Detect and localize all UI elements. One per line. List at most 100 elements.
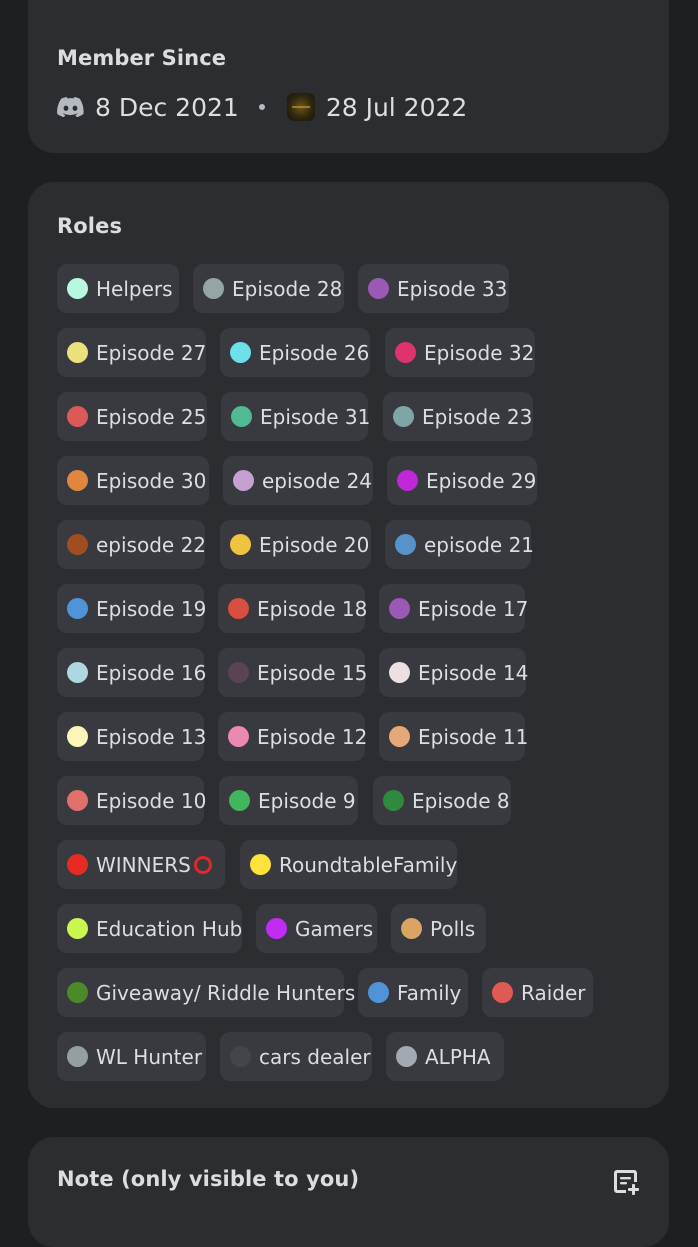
- role-pill[interactable]: Episode 32: [385, 328, 535, 377]
- role-label: Episode 30: [96, 468, 207, 493]
- role-pill[interactable]: WL Hunter: [57, 1032, 206, 1081]
- role-pill[interactable]: Episode 19: [57, 584, 207, 633]
- discord-icon: [57, 97, 84, 117]
- member-since-row: 8 Dec 2021 28 Jul 2022: [57, 85, 467, 129]
- role-label: RoundtableFamily: [279, 852, 458, 877]
- role-color-dot: [228, 598, 249, 619]
- role-label: Episode 15: [257, 660, 368, 685]
- role-pill[interactable]: Polls: [391, 904, 486, 953]
- role-label: Episode 13: [96, 724, 207, 749]
- role-pill[interactable]: Episode 26: [220, 328, 370, 377]
- role-label: Episode 18: [257, 596, 368, 621]
- role-label: WL Hunter: [96, 1044, 203, 1069]
- role-pill[interactable]: Episode 18: [218, 584, 368, 633]
- role-color-dot: [395, 534, 416, 555]
- role-pill[interactable]: Family: [358, 968, 468, 1017]
- role-pill[interactable]: Episode 11: [379, 712, 529, 761]
- role-pill[interactable]: ALPHA: [386, 1032, 504, 1081]
- role-pill[interactable]: episode 24: [223, 456, 373, 505]
- role-label: Episode 8: [412, 788, 510, 813]
- role-label: episode 24: [262, 468, 373, 493]
- role-pill[interactable]: Episode 17: [379, 584, 529, 633]
- role-color-dot: [389, 662, 410, 683]
- role-pill[interactable]: Helpers: [57, 264, 179, 313]
- role-pill[interactable]: Episode 13: [57, 712, 207, 761]
- role-pill[interactable]: Episode 20: [220, 520, 371, 569]
- role-color-dot: [401, 918, 422, 939]
- role-label: Episode 11: [418, 724, 529, 749]
- roles-card: Roles Helpers Episode 28 Episode 33 Episode…: [28, 182, 669, 1108]
- role-color-dot: [393, 406, 414, 427]
- role-pill[interactable]: Episode 14: [379, 648, 529, 697]
- role-label: episode 21: [424, 532, 535, 557]
- role-label: cars dealer: [259, 1044, 371, 1069]
- role-color-dot: [368, 278, 389, 299]
- role-label: Episode 16: [96, 660, 207, 685]
- role-pill[interactable]: WINNERS: [57, 840, 225, 889]
- red-ring-icon: [193, 855, 212, 874]
- role-color-dot: [230, 534, 251, 555]
- role-color-dot: [67, 982, 88, 1003]
- role-color-dot: [67, 790, 88, 811]
- role-label: Episode 28: [232, 276, 343, 301]
- role-pill[interactable]: Episode 27: [57, 328, 206, 377]
- role-label: Episode 19: [96, 596, 207, 621]
- role-label: Episode 26: [259, 340, 370, 365]
- role-label: Episode 27: [96, 340, 207, 365]
- role-pill[interactable]: Episode 23: [383, 392, 533, 441]
- role-label: Episode 32: [424, 340, 535, 365]
- role-pill[interactable]: episode 22: [57, 520, 207, 569]
- role-pill[interactable]: Episode 15: [218, 648, 368, 697]
- role-label: ALPHA: [425, 1044, 491, 1069]
- role-pill[interactable]: Episode 29: [387, 456, 537, 505]
- role-pill[interactable]: Gamers: [256, 904, 377, 953]
- role-pill[interactable]: Episode 30: [57, 456, 209, 505]
- role-pill[interactable]: Episode 28: [193, 264, 344, 313]
- role-color-dot: [389, 726, 410, 747]
- role-pill[interactable]: Raider: [482, 968, 593, 1017]
- member-since-card: Member Since 8 Dec 2021 28 Jul 2022: [28, 0, 669, 153]
- role-label: Episode 10: [96, 788, 207, 813]
- role-pill[interactable]: RoundtableFamily: [240, 840, 457, 889]
- role-color-dot: [67, 662, 88, 683]
- role-label: Episode 17: [418, 596, 529, 621]
- role-color-dot: [67, 726, 88, 747]
- role-label: Episode 33: [397, 276, 508, 301]
- role-label: Episode 12: [257, 724, 368, 749]
- server-icon: [286, 93, 315, 121]
- role-pill[interactable]: Episode 31: [221, 392, 371, 441]
- role-label: Gamers: [295, 916, 374, 941]
- role-label: Episode 9: [258, 788, 356, 813]
- role-color-dot: [67, 854, 88, 875]
- role-pill[interactable]: Episode 33: [358, 264, 509, 313]
- role-pill[interactable]: Giveaway/ Riddle Hunters: [57, 968, 355, 1017]
- role-pill[interactable]: Episode 10: [57, 776, 207, 825]
- role-pill[interactable]: Education Hub: [57, 904, 242, 953]
- role-color-dot: [67, 470, 88, 491]
- role-label: Family: [397, 980, 462, 1005]
- role-color-dot: [67, 1046, 88, 1067]
- add-note-icon[interactable]: [614, 1169, 640, 1195]
- role-pill[interactable]: Episode 12: [218, 712, 368, 761]
- role-color-dot: [368, 982, 389, 1003]
- role-label: Episode 14: [418, 660, 529, 685]
- role-color-dot: [250, 854, 271, 875]
- role-color-dot: [228, 726, 249, 747]
- discord-join-date: 8 Dec 2021: [95, 92, 239, 122]
- role-label: Episode 31: [260, 404, 371, 429]
- role-pill[interactable]: Episode 16: [57, 648, 207, 697]
- role-pill[interactable]: Episode 9: [219, 776, 358, 825]
- role-color-dot: [67, 918, 88, 939]
- role-color-dot: [230, 342, 251, 363]
- role-label: episode 22: [96, 532, 207, 557]
- role-color-dot: [229, 790, 250, 811]
- role-color-dot: [67, 406, 88, 427]
- role-pill[interactable]: Episode 8: [373, 776, 511, 825]
- note-title: Note (only visible to you): [57, 1167, 360, 1191]
- role-pill[interactable]: Episode 25: [57, 392, 207, 441]
- role-pill[interactable]: episode 21: [385, 520, 535, 569]
- role-color-dot: [231, 406, 252, 427]
- role-label: Education Hub: [96, 916, 243, 941]
- role-label: WINNERS: [96, 852, 191, 877]
- role-pill[interactable]: cars dealer: [220, 1032, 372, 1081]
